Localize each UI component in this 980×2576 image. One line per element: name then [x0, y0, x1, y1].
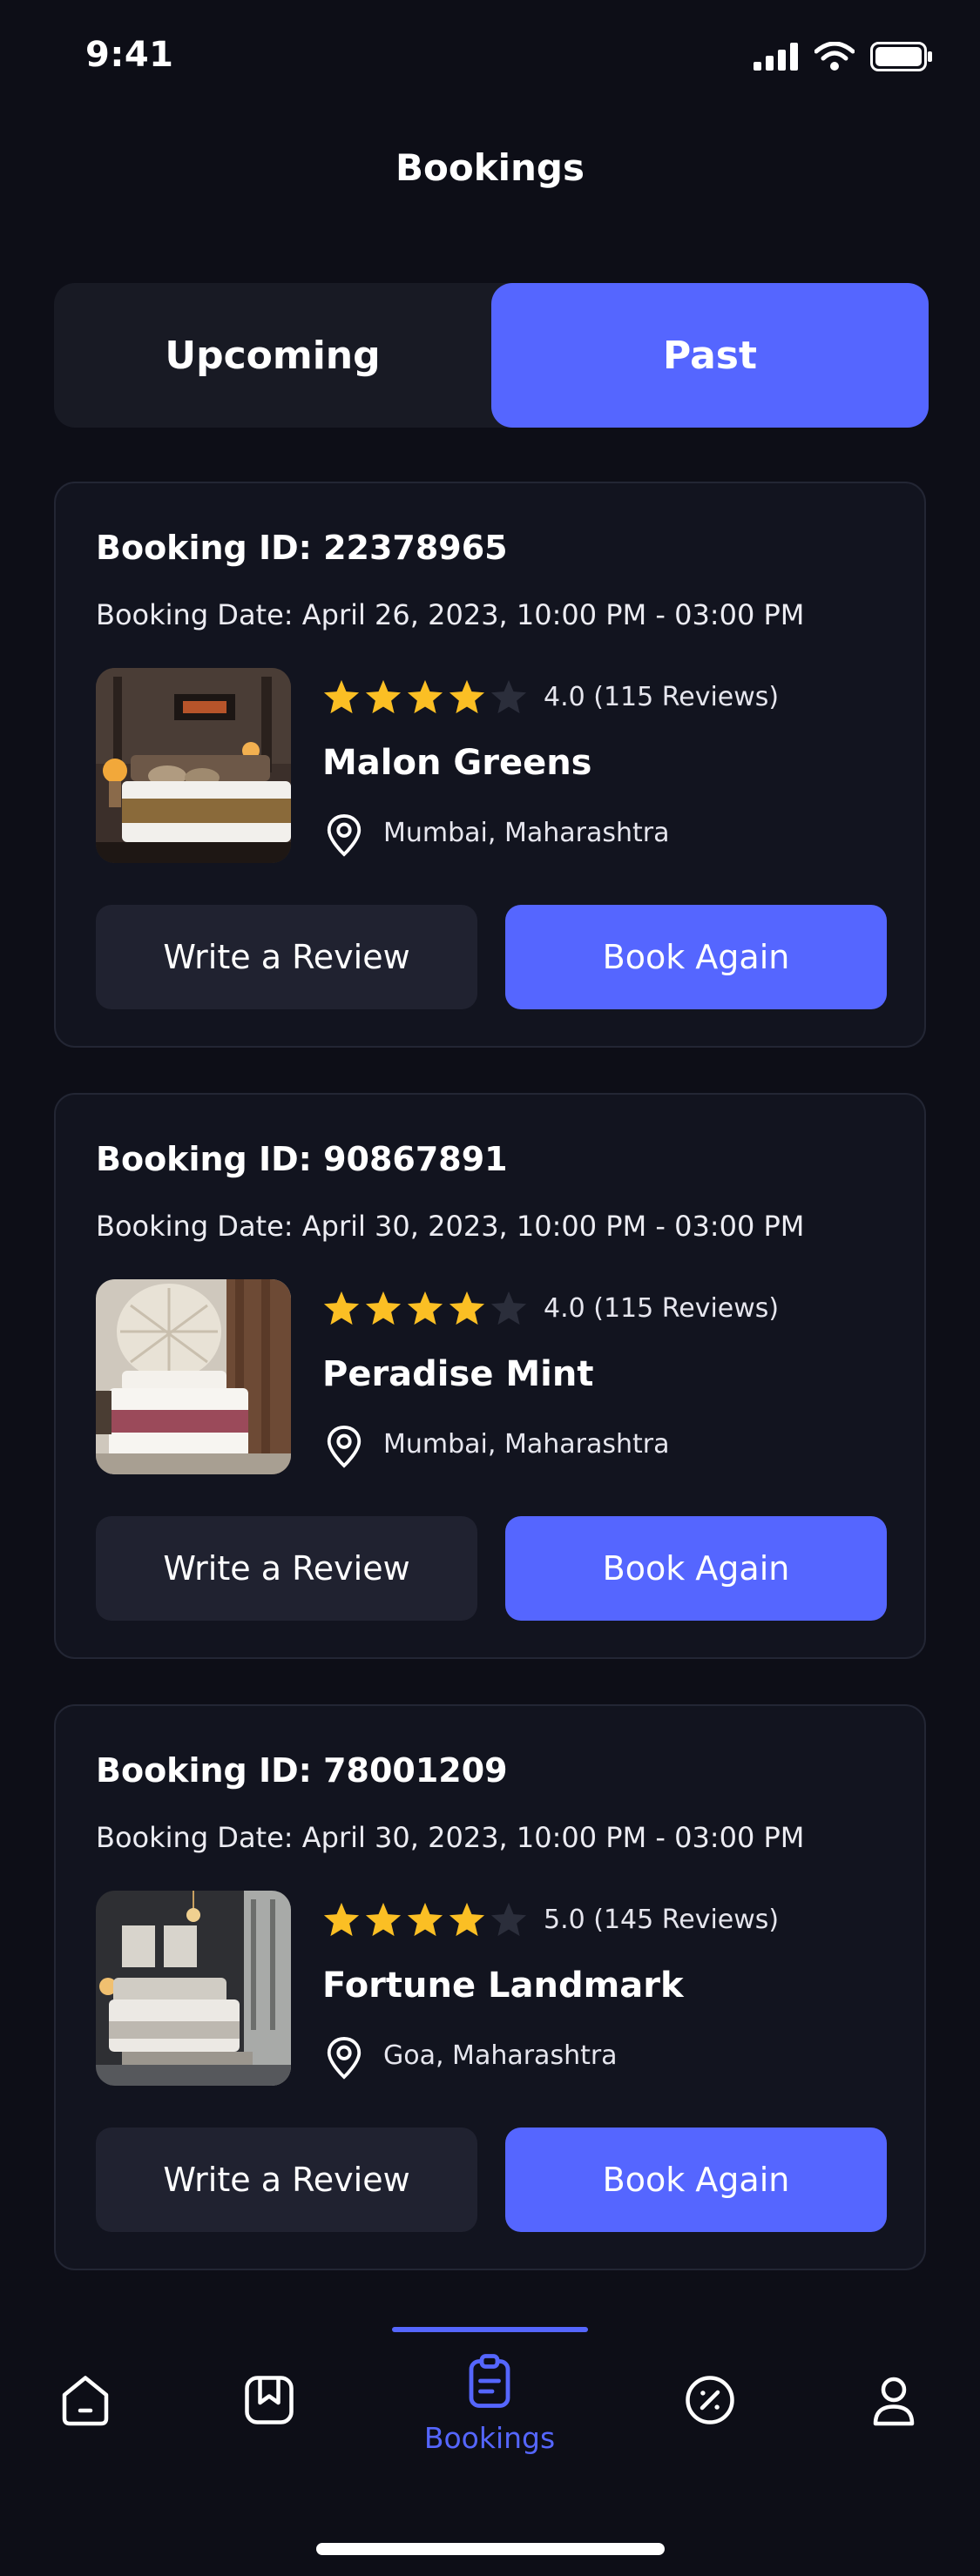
- star-empty-icon: [490, 1902, 527, 1937]
- booking-date: Booking Date: April 30, 2023, 10:00 PM -…: [96, 1821, 805, 1854]
- nav-bookings-label: Bookings: [423, 2421, 556, 2455]
- star-icon: [407, 1902, 443, 1937]
- hotel-name: Fortune Landmark: [322, 1966, 684, 2006]
- star-icon: [407, 1291, 443, 1325]
- write-review-button[interactable]: Write a Review: [96, 905, 477, 1009]
- status-icons: [754, 42, 933, 71]
- home-indicator: [316, 2543, 665, 2555]
- booking-date: Booking Date: April 30, 2023, 10:00 PM -…: [96, 1210, 805, 1243]
- hotel-image[interactable]: [96, 1891, 291, 2086]
- hotel-location: Mumbai, Maharashtra: [383, 818, 670, 848]
- hotel-location: Goa, Maharashtra: [383, 2040, 618, 2071]
- star-icon: [449, 679, 485, 714]
- booking-card: Booking ID: 78001209 Booking Date: April…: [54, 1704, 926, 2270]
- nav-saved[interactable]: [217, 2369, 321, 2499]
- star-rating: [322, 1901, 528, 1938]
- hotel-image[interactable]: [96, 668, 291, 863]
- booking-card: Booking ID: 90867891 Booking Date: April…: [54, 1093, 926, 1659]
- write-review-button[interactable]: Write a Review: [96, 2128, 477, 2232]
- star-icon: [365, 1902, 402, 1937]
- home-icon: [62, 2376, 109, 2426]
- location-pin-icon: [327, 1426, 362, 1468]
- star-empty-icon: [490, 1291, 527, 1325]
- star-icon: [365, 1291, 402, 1325]
- battery-icon: [870, 42, 932, 71]
- nav-profile[interactable]: [841, 2369, 946, 2499]
- booking-id: Booking ID: 22378965: [96, 529, 508, 567]
- tab-upcoming[interactable]: Upcoming: [54, 283, 491, 428]
- star-rating: [322, 678, 528, 715]
- star-icon: [407, 679, 443, 714]
- booking-id: Booking ID: 78001209: [96, 1751, 508, 1790]
- location-pin-icon: [327, 2037, 362, 2080]
- status-bar: 9:41: [0, 0, 980, 113]
- star-icon: [323, 1902, 360, 1937]
- star-icon: [449, 1902, 485, 1937]
- discount-icon: [686, 2376, 734, 2424]
- booking-card: Booking ID: 22378965 Booking Date: April…: [54, 482, 926, 1048]
- active-tab-indicator: [392, 2327, 588, 2332]
- profile-icon: [873, 2377, 915, 2426]
- rating-text: 4.0 (115 Reviews): [544, 682, 780, 712]
- nav-bookings[interactable]: Bookings: [424, 2350, 555, 2480]
- booking-id: Booking ID: 90867891: [96, 1140, 508, 1178]
- star-icon: [449, 1291, 485, 1325]
- hotel-name: Malon Greens: [322, 743, 592, 783]
- booking-date: Booking Date: April 26, 2023, 10:00 PM -…: [96, 598, 805, 631]
- clipboard-icon: [469, 2354, 510, 2408]
- write-review-button[interactable]: Write a Review: [96, 1516, 477, 1621]
- star-icon: [323, 679, 360, 714]
- wifi-icon: [814, 42, 855, 71]
- book-again-button[interactable]: Book Again: [505, 905, 887, 1009]
- star-icon: [365, 679, 402, 714]
- nav-offers[interactable]: [658, 2369, 762, 2499]
- rating-text: 5.0 (145 Reviews): [544, 1905, 780, 1935]
- page-title: Bookings: [395, 146, 585, 189]
- hotel-image[interactable]: [96, 1279, 291, 1474]
- rating-text: 4.0 (115 Reviews): [544, 1293, 780, 1324]
- hotel-name: Peradise Mint: [322, 1354, 594, 1394]
- star-empty-icon: [490, 679, 527, 714]
- nav-home[interactable]: [33, 2369, 138, 2499]
- book-again-button[interactable]: Book Again: [505, 1516, 887, 1621]
- hotel-location: Mumbai, Maharashtra: [383, 1429, 670, 1460]
- star-rating: [322, 1290, 528, 1326]
- tab-past[interactable]: Past: [491, 283, 929, 428]
- booking-tabs: Upcoming Past: [54, 283, 929, 428]
- bookmark-icon: [245, 2376, 294, 2424]
- location-pin-icon: [327, 814, 362, 857]
- bottom-nav: Bookings: [0, 2316, 980, 2576]
- status-time: 9:41: [85, 35, 174, 75]
- star-icon: [323, 1291, 360, 1325]
- signal-icon: [754, 43, 798, 71]
- book-again-button[interactable]: Book Again: [505, 2128, 887, 2232]
